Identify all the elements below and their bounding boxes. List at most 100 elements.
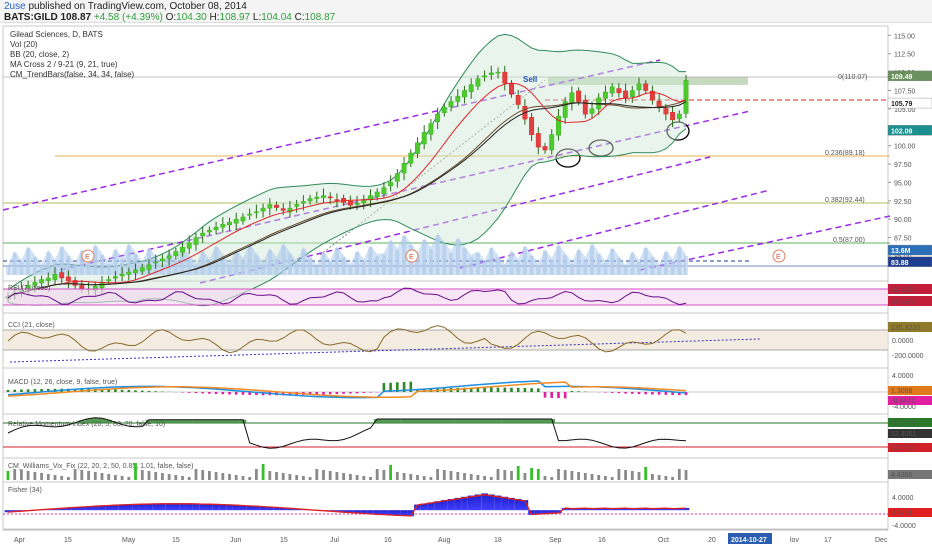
willvix-bar <box>422 476 426 480</box>
willvix-bar <box>80 470 84 480</box>
rmi-panel: Relative Momentum Index (20, 5, 80, 20, … <box>3 417 932 452</box>
time-label: Aug <box>438 537 451 544</box>
earnings-3: E <box>776 254 781 261</box>
macd-hist-bar <box>369 392 372 393</box>
crosshair-date: 2014-10-27 <box>731 537 767 544</box>
chart-area[interactable]: Gilead Sciences, D, BATS Vol (20) BB (20… <box>0 22 932 550</box>
macd-hist-bar <box>651 392 654 395</box>
willvix-bar <box>557 469 560 480</box>
willvix-bar <box>362 476 366 480</box>
macd-hist-bar <box>120 389 124 392</box>
willvix-badge: 4.4365 <box>891 472 913 479</box>
candle-body <box>643 83 649 91</box>
candle-body <box>200 232 206 236</box>
time-label: 15 <box>64 537 72 544</box>
macd-hist-bar <box>349 392 352 394</box>
willvix-bar <box>664 476 668 480</box>
cci-tick-200: -200.0000 <box>892 353 924 360</box>
macd-hist-bar <box>228 392 231 395</box>
time-label: Jun <box>230 537 241 544</box>
macd-hist-bar <box>657 392 661 395</box>
candle-body <box>39 279 45 284</box>
willvix-bar <box>604 476 607 480</box>
fib-236-label: 0.236(89.18) <box>825 150 865 157</box>
time-label: Dec <box>875 537 888 544</box>
time-label: Apr <box>14 537 26 544</box>
price-badge: 109.49 <box>891 74 913 81</box>
willvix-bar <box>6 471 10 480</box>
candle-body <box>159 258 165 261</box>
willvix-bar <box>134 463 137 480</box>
candle-body <box>448 101 454 108</box>
willvix-bar <box>201 470 205 480</box>
time-label: May <box>122 537 136 544</box>
candle-body <box>274 204 279 208</box>
candle-body <box>59 272 65 279</box>
willvix-bar <box>671 477 674 480</box>
willvix-bar <box>342 473 345 480</box>
rmi-badge-1: 80.0000 <box>891 420 916 427</box>
macd-hist-bar <box>342 392 345 394</box>
willvix-bar <box>677 469 681 480</box>
willvix-bar <box>46 474 50 480</box>
candle-body <box>542 146 548 151</box>
candle-body <box>629 90 635 97</box>
fisher-bar <box>481 493 488 511</box>
candle-body <box>415 142 420 154</box>
candle-body <box>535 133 541 148</box>
willvix-bar <box>161 473 164 480</box>
willvix-bar <box>322 470 325 480</box>
price-tick-label: 112.50 <box>894 52 915 59</box>
time-label: Sep <box>549 537 562 544</box>
macd-hist-bar <box>194 392 198 394</box>
macd-hist-bar <box>161 391 164 392</box>
price-tick-label: 92.50 <box>894 199 912 206</box>
willvix-bar <box>476 475 480 480</box>
author-link[interactable]: 2use <box>4 1 26 12</box>
candle-body <box>509 83 514 95</box>
price-tick-label: 115.00 <box>894 33 915 40</box>
candle-body <box>636 83 642 91</box>
legend-trendbars: CM_TrendBars(false, 34, 34, false) <box>10 70 135 79</box>
willvix-bar <box>570 471 574 480</box>
macd-hist-bar <box>362 392 366 393</box>
willvix-bar <box>489 477 493 480</box>
willvix-bar <box>395 472 399 480</box>
candle-body <box>394 173 400 182</box>
price-tick-label: 97.50 <box>894 162 912 169</box>
fisher-badge: 0.6281 <box>891 510 913 517</box>
candle-body <box>153 261 159 264</box>
volume-ma-area <box>8 233 686 275</box>
candle-body <box>166 255 172 259</box>
macd-badge-2: -0.3471 <box>891 398 915 405</box>
legend-vol: Vol (20) <box>10 40 38 49</box>
candle-body <box>616 88 622 93</box>
cci-badge: 135.3220 <box>891 325 920 332</box>
candle-body <box>206 229 212 233</box>
fisher-bar <box>474 494 482 511</box>
macd-hist-bar <box>637 392 641 394</box>
candle-body <box>482 75 488 78</box>
candle-body <box>401 163 407 174</box>
candle-body <box>327 196 333 199</box>
price-tick-label: 87.50 <box>894 236 912 243</box>
willvix-bar <box>463 473 466 480</box>
price-tick-label: 95.00 <box>894 180 912 187</box>
fisher-tick-m4: -4.0000 <box>892 523 916 530</box>
macd-tick-m4: -4.0000 <box>892 404 916 411</box>
candle-body <box>347 200 353 206</box>
willvix-bar <box>429 477 433 480</box>
willvix-bar <box>349 474 352 480</box>
macd-panel: MACD (12, 26, close, 9, false, true) 4.0… <box>3 373 932 411</box>
willvix-bar <box>40 473 43 480</box>
fisher-label: Fisher (34) <box>8 487 42 494</box>
macd-hist-bar <box>570 390 574 392</box>
cci-tick-0: 0.0000 <box>892 338 914 345</box>
earnings-1: E <box>85 254 90 261</box>
rmi-badge-3: 20.0000 <box>891 445 916 452</box>
candle-body <box>213 227 219 230</box>
willvix-bar <box>496 469 500 480</box>
willvix-bar <box>295 475 299 480</box>
willvix-bar <box>610 477 614 480</box>
willvix-bar <box>214 472 218 480</box>
